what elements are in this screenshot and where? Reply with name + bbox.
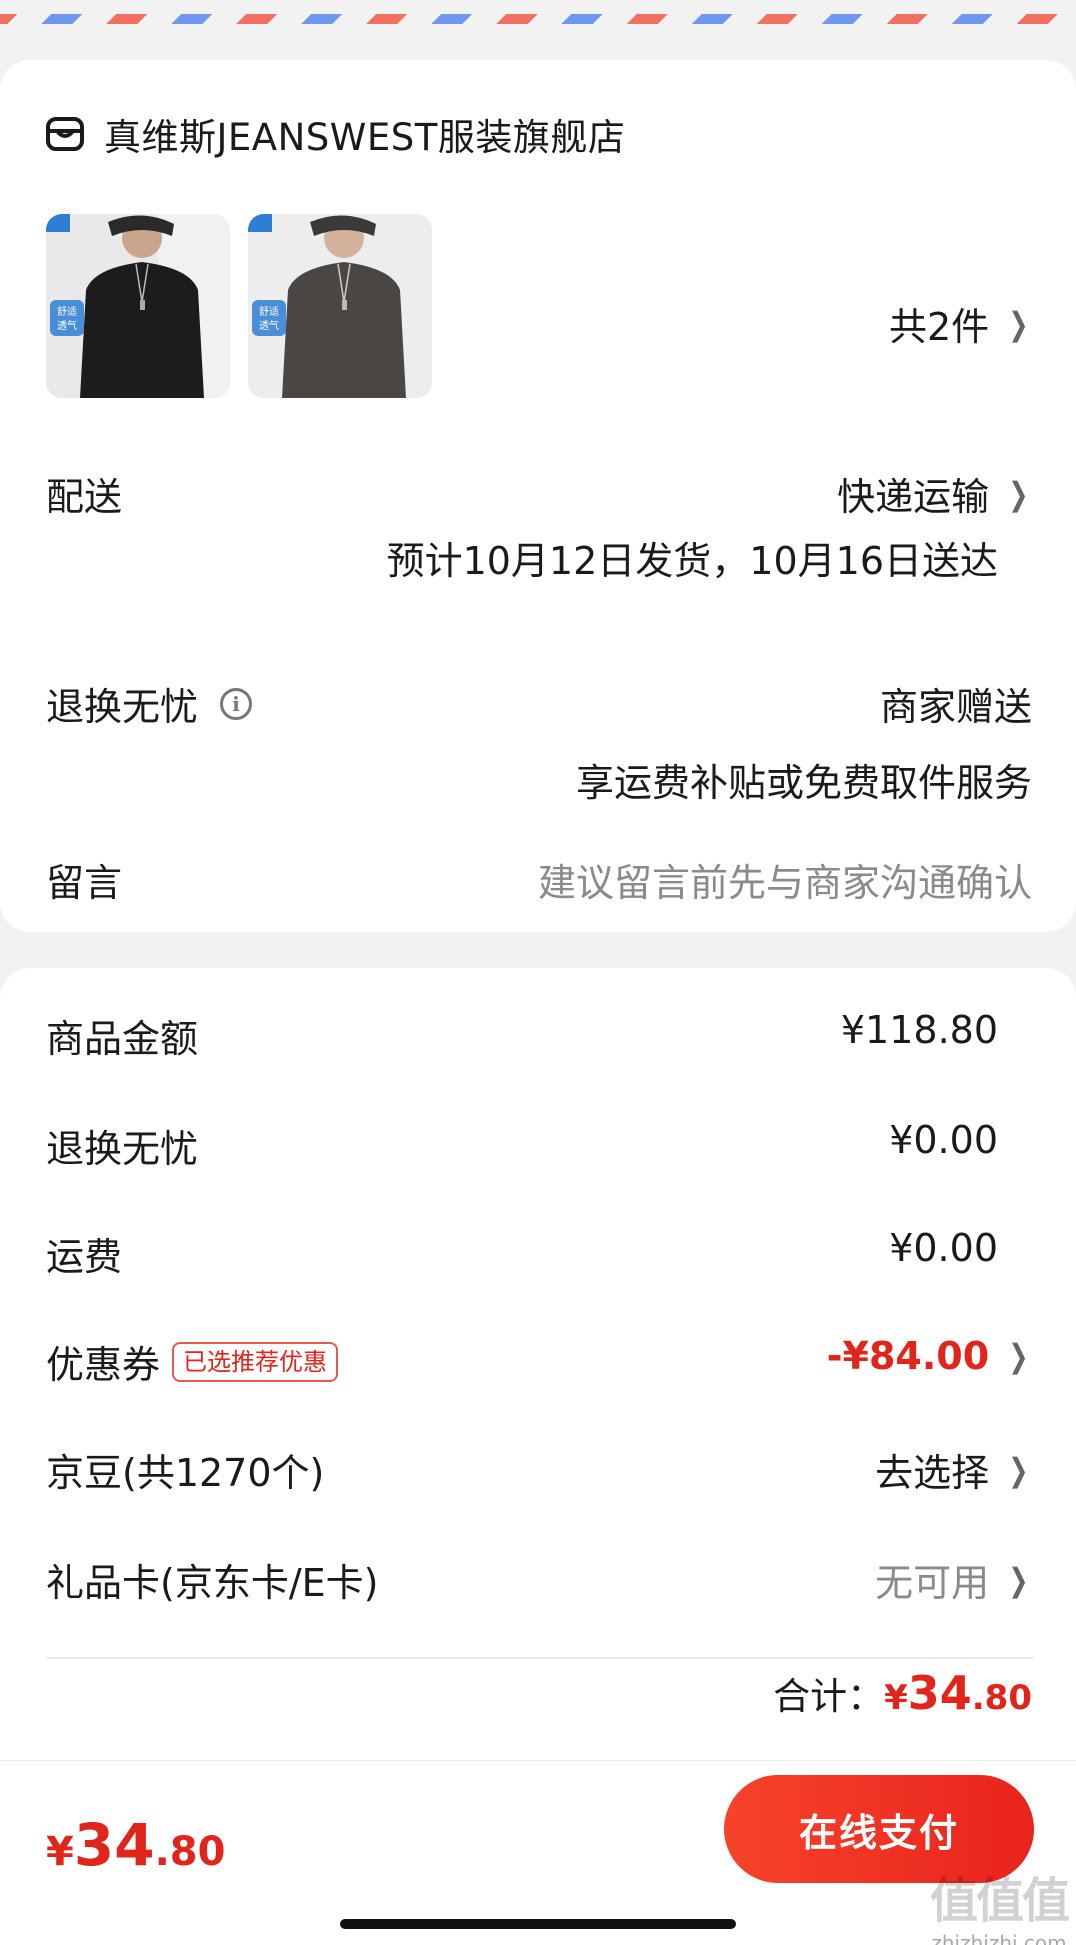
store-header[interactable]: 真维斯JEANSWEST服装旗舰店 xyxy=(46,104,625,164)
jingdou-value: 去选择 xyxy=(875,1451,990,1495)
chevron-right-icon: ❯ xyxy=(1008,474,1029,513)
returns-value: 商家赠送 xyxy=(879,685,1032,729)
giftcard-value: 无可用 xyxy=(875,1561,990,1605)
info-icon[interactable]: i xyxy=(220,687,253,720)
returns-row: 退换无忧 i xyxy=(46,676,253,731)
returns-label: 退换无忧 xyxy=(46,685,199,729)
product-thumbnails[interactable]: 舒适 透气 舒适 透气 xyxy=(46,214,432,398)
total-decimal: .80 xyxy=(971,1678,1032,1718)
total-label: 合计： xyxy=(773,1675,885,1718)
watermark-logo: 值值值 xyxy=(929,1873,1070,1929)
chevron-right-icon: ❯ xyxy=(1008,1337,1029,1375)
delivery-method[interactable]: 快递运输 ❯ xyxy=(837,466,1032,521)
airmail-border xyxy=(0,14,1076,24)
divider xyxy=(46,1657,1034,1659)
chevron-right-icon: ❯ xyxy=(1008,1450,1029,1489)
goods-amount-value: ¥118.80 xyxy=(840,1008,998,1052)
home-indicator[interactable] xyxy=(340,1919,736,1929)
delivery-estimate: 预计10月12日发货，10月16日送达 xyxy=(386,539,998,583)
chevron-right-icon: ❯ xyxy=(1008,1560,1029,1599)
delivery-label: 配送 xyxy=(46,475,123,519)
product-tag-bottom: 透气 xyxy=(57,319,77,332)
coupon-tag: 已选推荐优惠 xyxy=(172,1341,339,1382)
coupon-label: 优惠券 xyxy=(46,1343,161,1387)
pay-decimal: .80 xyxy=(154,1829,226,1875)
giftcard-select[interactable]: 无可用 ❯ xyxy=(875,1552,1032,1607)
returns-fee-label: 退换无忧 xyxy=(46,1127,199,1171)
delivery-method-label: 快递运输 xyxy=(837,475,990,519)
order-card: 真维斯JEANSWEST服装旗舰店 舒适 透气 舒适 透气 共2件 ❯ 配送 快… xyxy=(0,60,1076,932)
item-count-label: 共2件 xyxy=(889,305,990,349)
product-tag-top: 舒适 xyxy=(57,305,77,318)
pay-currency: ¥ xyxy=(46,1829,74,1875)
watermark: 值值值 zhizhizhi.com xyxy=(929,1861,1070,1945)
item-count[interactable]: 共2件 ❯ xyxy=(889,296,1032,351)
total-line: 合计： ¥ 34 .80 xyxy=(773,1666,1032,1720)
coupon-amount: -¥84.00 xyxy=(826,1334,990,1378)
product-tag-bottom: 透气 xyxy=(259,319,279,332)
shipping-value: ¥0.00 xyxy=(889,1226,998,1270)
jingdou-select[interactable]: 去选择 ❯ xyxy=(875,1442,1032,1497)
product-thumb[interactable]: 舒适 透气 xyxy=(248,214,432,398)
returns-desc: 享运费补贴或免费取件服务 xyxy=(575,761,1032,805)
total-integer: 34 xyxy=(907,1666,972,1720)
chevron-right-icon: ❯ xyxy=(1008,304,1029,343)
pay-integer: 34 xyxy=(73,1811,155,1879)
store-name: 真维斯JEANSWEST服装旗舰店 xyxy=(104,116,626,159)
product-thumb[interactable]: 舒适 透气 xyxy=(46,214,230,398)
message-input[interactable]: 建议留言前先与商家沟通确认 xyxy=(538,852,1032,907)
checkout-bar: ¥ 34 .80 在线支付 值值值 zhizhizhi.com xyxy=(0,1760,1076,1945)
coupon-value[interactable]: -¥84.00 ❯ xyxy=(827,1334,1032,1378)
store-icon xyxy=(46,117,84,151)
coupon-row: 优惠券 已选推荐优惠 xyxy=(46,1334,339,1389)
message-label: 留言 xyxy=(46,861,123,905)
product-tag-top: 舒适 xyxy=(259,305,279,318)
giftcard-label: 礼品卡(京东卡/E卡) xyxy=(46,1561,379,1605)
shipping-label: 运费 xyxy=(46,1235,123,1279)
returns-fee-value: ¥0.00 xyxy=(889,1118,998,1162)
goods-amount-label: 商品金额 xyxy=(46,1017,199,1061)
jingdou-label: 京豆(共1270个) xyxy=(46,1451,325,1495)
pay-price: ¥ 34 .80 xyxy=(46,1811,225,1879)
price-card: 商品金额 ¥118.80 退换无忧 ¥0.00 运费 ¥0.00 优惠券 已选推… xyxy=(0,968,1076,1763)
watermark-url: zhizhizhi.com xyxy=(931,1931,1067,1945)
total-currency: ¥ xyxy=(884,1678,908,1718)
